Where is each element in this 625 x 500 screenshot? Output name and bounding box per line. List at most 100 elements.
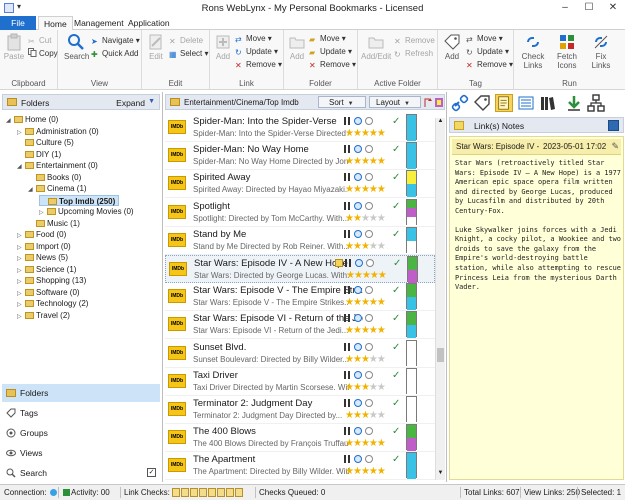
star-rating[interactable]: ★★★★★ [345, 213, 386, 224]
pin-icon[interactable] [608, 120, 619, 131]
color-tag-swatch[interactable] [406, 198, 417, 226]
search-checkbox[interactable]: ✓ [147, 468, 156, 477]
star-icon[interactable]: ★ [377, 325, 386, 336]
star-icon[interactable]: ★ [377, 466, 386, 477]
expanded-chevron-icon[interactable]: ◢ [17, 162, 25, 173]
bookmark-row[interactable]: IMDb Star Wars: Episode IV - A New Hope St… [165, 255, 435, 283]
color-tag-swatch[interactable] [406, 424, 417, 452]
tab-home[interactable]: Home [38, 16, 73, 31]
folder-tree-item[interactable]: Music (1) [28, 218, 80, 229]
move-tag-button[interactable]: ⇄ Move ▾ [466, 33, 503, 44]
color-tag-swatch[interactable] [406, 367, 417, 395]
maximize-button[interactable]: ☐ [577, 0, 601, 16]
star-icon[interactable]: ★ [353, 382, 362, 393]
quick-add-button[interactable]: ✚ Quick Add [91, 48, 138, 59]
star-icon[interactable]: ★ [353, 156, 362, 167]
bookmark-row[interactable]: IMDb Stand by Me Stand by Me Directed by R… [165, 226, 435, 255]
folder-tree-item[interactable]: ▷ Administration (0) [17, 126, 99, 137]
bookmark-row[interactable]: IMDb Spotlight Spotlight: Directed by Tom … [165, 198, 435, 227]
star-icon[interactable]: ★ [353, 128, 362, 139]
folder-tree-item[interactable]: Top Imdb (250) [39, 194, 120, 206]
folder-tree-item[interactable]: Culture (5) [17, 137, 74, 148]
star-icon[interactable]: ★ [353, 184, 362, 195]
star-icon[interactable]: ★ [361, 213, 370, 224]
note-panel[interactable]: Star Wars: Episode IV - A New Hope 2023-… [449, 136, 624, 480]
bookmark-row[interactable]: IMDb Star Wars: Episode VI - Return of th… [165, 311, 435, 340]
star-icon[interactable]: ★ [377, 156, 386, 167]
star-icon[interactable]: ★ [353, 354, 362, 365]
folder-tree-item[interactable]: ▷ Technology (2) [17, 298, 88, 309]
view-search[interactable]: Search ✓ [2, 464, 160, 482]
color-tag-swatch[interactable] [406, 396, 417, 423]
star-icon[interactable]: ★ [353, 410, 362, 421]
check-links-button[interactable]: Check Links [518, 33, 548, 70]
folder-tree-item[interactable]: ▷ Import (0) [17, 241, 71, 252]
star-rating[interactable]: ★★★★★ [345, 184, 386, 195]
star-icon[interactable]: ★ [353, 213, 362, 224]
sort-button[interactable]: Sort ▼ [318, 96, 366, 108]
layout-button[interactable]: Layout ▼ [369, 96, 421, 108]
remove-tag-button[interactable]: ✕ Remove ▾ [466, 59, 513, 70]
star-rating[interactable]: ★★★★★ [345, 128, 386, 139]
star-icon[interactable]: ★ [345, 382, 354, 393]
folder-tree-item[interactable]: ▷ Software (0) [17, 287, 80, 298]
star-icon[interactable]: ★ [377, 184, 386, 195]
notes-icon[interactable] [495, 94, 513, 112]
star-icon[interactable]: ★ [377, 354, 386, 365]
star-rating[interactable]: ★★★★★ [345, 297, 386, 308]
color-tag-swatch[interactable] [406, 283, 417, 311]
view-tags[interactable]: Tags [2, 404, 160, 422]
scroll-up-icon[interactable]: ▲ [436, 118, 445, 128]
bookmark-list-scrollbar[interactable]: ▲ ▼ [435, 118, 445, 480]
star-icon[interactable]: ★ [354, 270, 363, 281]
star-icon[interactable]: ★ [361, 184, 370, 195]
folder-tree-item[interactable]: ▷ Food (0) [17, 229, 66, 240]
star-rating[interactable]: ★★★★★ [346, 270, 387, 281]
star-icon[interactable]: ★ [369, 438, 378, 449]
color-tag-swatch[interactable] [406, 311, 417, 339]
color-tag-swatch[interactable] [407, 256, 418, 283]
star-rating[interactable]: ★★★★★ [345, 354, 386, 365]
navigate-button[interactable]: ➤ Navigate ▾ [91, 35, 140, 46]
color-tag-swatch[interactable] [406, 142, 417, 170]
star-icon[interactable]: ★ [377, 438, 386, 449]
note-body[interactable]: Star Wars (retroactively titled Star War… [455, 159, 621, 302]
bookmark-row[interactable]: IMDb Terminator 2: Judgment Day Terminator… [165, 396, 435, 424]
star-icon[interactable]: ★ [345, 213, 354, 224]
copy-button[interactable]: Copy [28, 48, 58, 59]
add-folder-button[interactable]: Add [287, 33, 307, 61]
star-icon[interactable]: ★ [345, 241, 354, 252]
color-tag-swatch[interactable] [406, 452, 417, 480]
folder-tree-item[interactable]: ▷ Science (1) [17, 264, 76, 275]
update-link-button[interactable]: ↻ Update ▾ [235, 46, 278, 57]
fix-links-button[interactable]: Fix Links [586, 33, 616, 70]
star-icon[interactable]: ★ [361, 410, 370, 421]
star-icon[interactable]: ★ [369, 156, 378, 167]
folder-tree-item[interactable]: DIY (1) [17, 149, 61, 160]
star-icon[interactable]: ★ [345, 184, 354, 195]
expand-button[interactable]: Expand [116, 98, 145, 108]
bookmark-row[interactable]: IMDb Spider-Man: Into the Spider-Verse Spi… [165, 114, 435, 142]
star-rating[interactable]: ★★★★★ [345, 382, 386, 393]
bookmark-row[interactable]: IMDb Spirited Away Spirited Away: Directed… [165, 170, 435, 199]
star-icon[interactable]: ★ [377, 297, 386, 308]
view-folders[interactable]: Folders [2, 384, 160, 402]
star-icon[interactable]: ★ [377, 410, 386, 421]
sort-direction-icon[interactable] [424, 97, 433, 108]
star-rating[interactable]: ★★★★★ [345, 466, 386, 477]
sitemap-icon[interactable] [587, 94, 605, 112]
link-icon[interactable] [451, 94, 469, 112]
delete-button[interactable]: ✕ Delete [169, 35, 203, 46]
star-icon[interactable]: ★ [345, 128, 354, 139]
star-icon[interactable]: ★ [346, 270, 355, 281]
refresh-active-folder-button[interactable]: ↻ Refresh [394, 48, 433, 59]
add-link-button[interactable]: Add [213, 33, 233, 61]
collapsed-chevron-icon[interactable]: ▷ [17, 312, 25, 323]
tab-application[interactable]: Application [123, 16, 175, 30]
scrollbar-thumb[interactable] [437, 348, 444, 362]
star-icon[interactable]: ★ [345, 156, 354, 167]
star-icon[interactable]: ★ [345, 438, 354, 449]
folder-tree-item[interactable]: ▷ Shopping (13) [17, 275, 86, 286]
folder-tree-item[interactable]: ◢ Entertainment (0) [17, 160, 98, 171]
star-icon[interactable]: ★ [361, 354, 370, 365]
